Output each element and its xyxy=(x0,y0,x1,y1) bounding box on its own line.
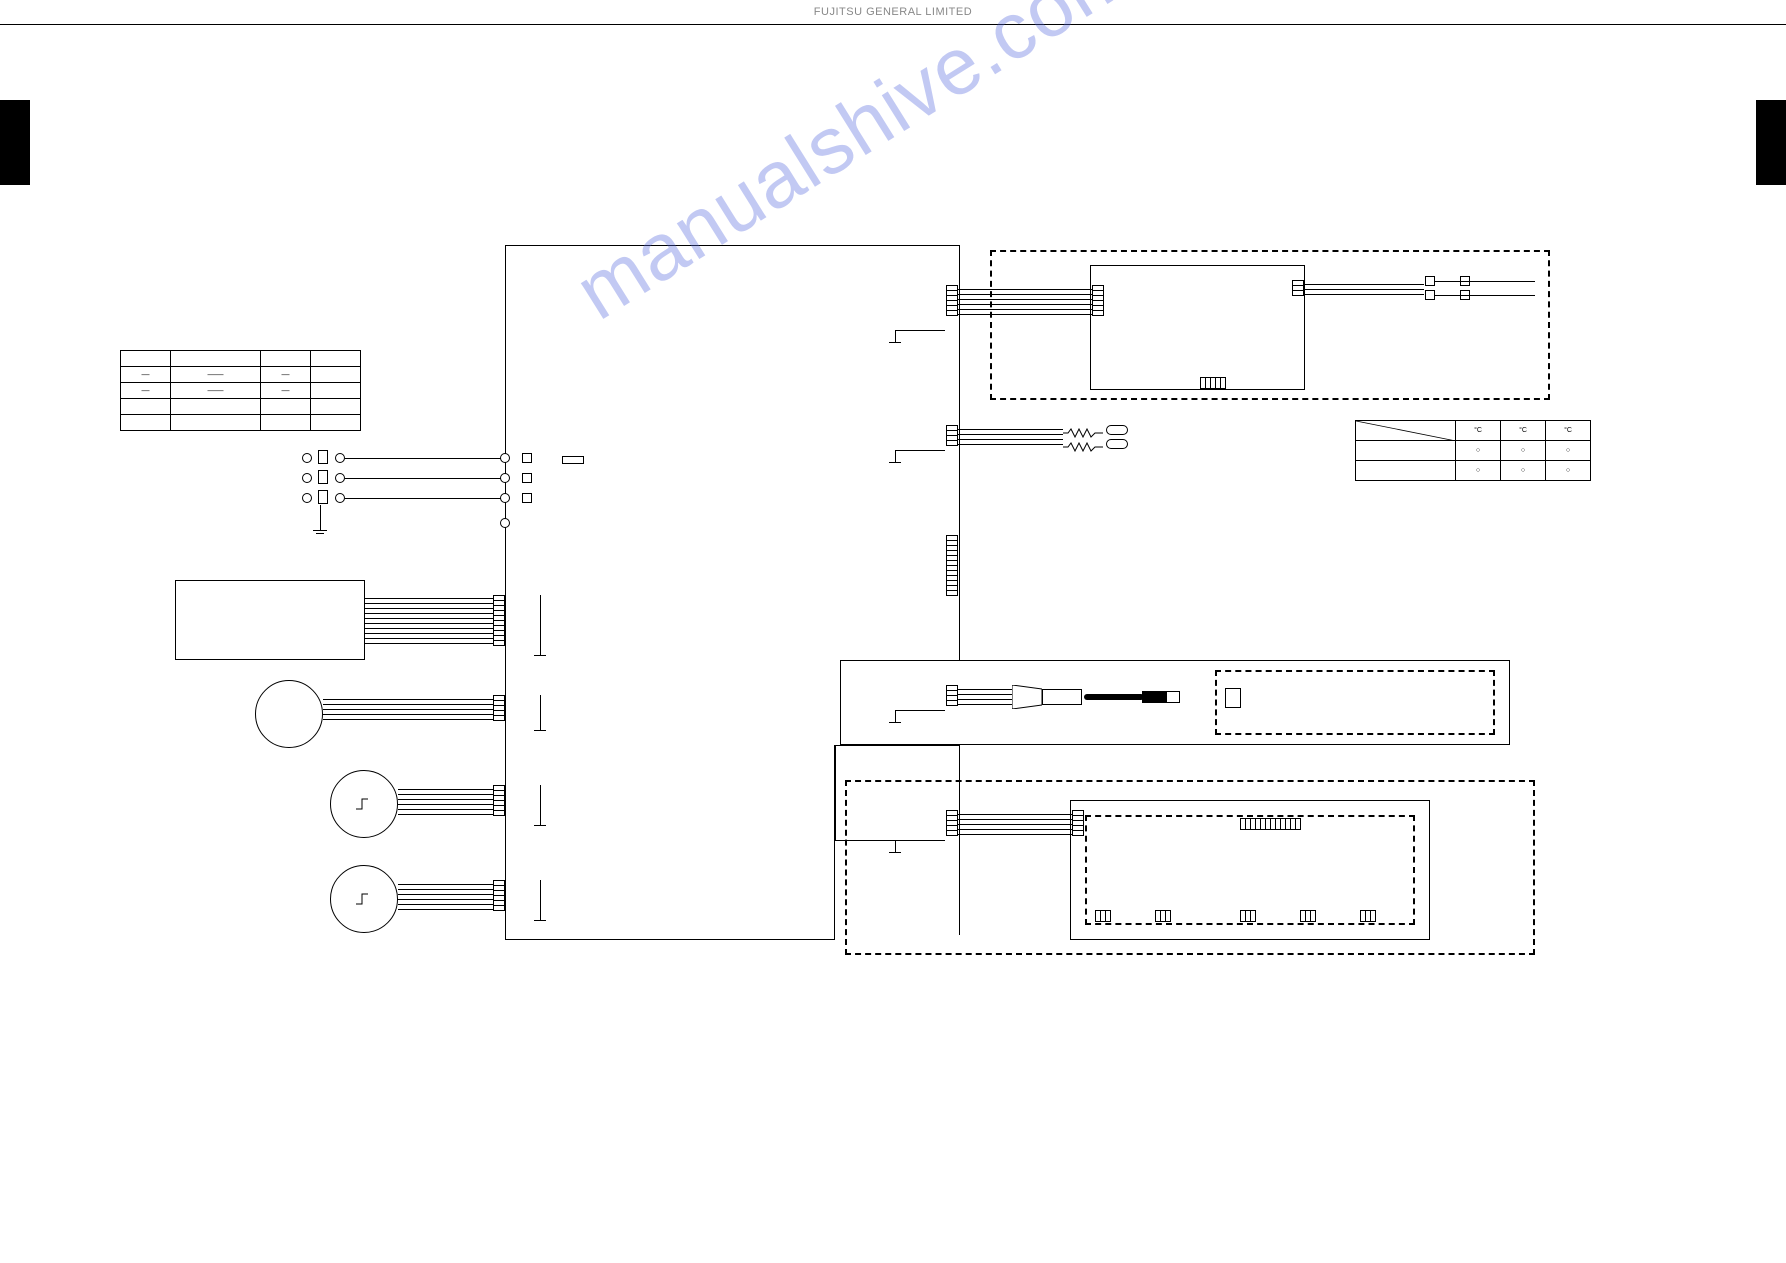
pad-icon xyxy=(500,473,510,483)
terminal-node xyxy=(335,453,345,463)
fuse-icon xyxy=(318,490,328,504)
connector-motor-3 xyxy=(493,880,504,910)
reference-table-body: °C°C°C ○○○ ○○○ xyxy=(1356,421,1591,481)
sub-bottom-pins-row-b xyxy=(1155,910,1170,928)
sub-bottom-pins-row-d xyxy=(1300,910,1315,928)
fuse-icon xyxy=(318,470,328,484)
sub-bottom-pins-row-a xyxy=(1095,910,1110,928)
pad-icon xyxy=(500,518,510,528)
terminal-icon xyxy=(522,453,532,463)
connector-motor-1 xyxy=(493,695,504,720)
controller-pcb-corner xyxy=(835,745,960,746)
controller-pcb-bottom xyxy=(505,745,835,940)
terminal-node xyxy=(335,493,345,503)
legend-table: ———— ———— xyxy=(120,350,361,431)
usb-port-icon xyxy=(1225,688,1241,708)
wiring-diagram: ———— ———— °C°C°C ○○○ ○○○ xyxy=(0,40,1786,1240)
connector-sub-top-in xyxy=(1092,285,1103,315)
connector-expansion xyxy=(946,535,957,595)
page-header: FUJITSU GENERAL LIMITED xyxy=(0,0,1786,25)
connector-main-to-sub-bottom xyxy=(946,810,957,835)
terminal-block xyxy=(175,580,365,660)
pad-icon xyxy=(500,493,510,503)
fuse-icon xyxy=(562,456,584,464)
fuse-icon xyxy=(318,450,328,464)
terminal-node xyxy=(302,493,312,503)
terminal-node xyxy=(302,453,312,463)
usb-cable-icon xyxy=(1084,688,1194,706)
sub-pcb-top xyxy=(1090,265,1305,390)
connector-sub-bottom-in xyxy=(1072,810,1083,835)
resistor-icon xyxy=(1063,425,1103,435)
reference-table: °C°C°C ○○○ ○○○ xyxy=(1355,420,1591,481)
pad-icon xyxy=(500,453,510,463)
motor-icon xyxy=(255,680,323,748)
connector-sub-top-out xyxy=(1292,280,1303,295)
connector-main-to-sub-top xyxy=(946,285,957,315)
thermistor-icon xyxy=(1106,425,1128,435)
connector-terminal-block xyxy=(493,595,504,645)
sub-bottom-pins-row-c xyxy=(1240,910,1255,928)
connector-thermistor xyxy=(946,425,957,445)
connector-usb-module xyxy=(946,685,957,705)
connector-motor-2 xyxy=(493,785,504,815)
terminal-icon xyxy=(522,493,532,503)
usb-host-option xyxy=(1215,670,1495,735)
relay-icon xyxy=(1425,276,1435,286)
resistor-icon xyxy=(1063,439,1103,449)
terminal-node xyxy=(335,473,345,483)
sub-bottom-pins-top xyxy=(1240,818,1300,836)
relay-icon xyxy=(1425,290,1435,300)
terminal-node xyxy=(302,473,312,483)
company-name: FUJITSU GENERAL LIMITED xyxy=(814,6,972,18)
thermistor-icon xyxy=(1106,439,1128,449)
terminal-icon xyxy=(522,473,532,483)
connector-sub-top-bottom xyxy=(1200,377,1225,395)
sub-bottom-pins-row-e xyxy=(1360,910,1375,928)
legend-table-body: ———— ———— xyxy=(121,351,361,431)
